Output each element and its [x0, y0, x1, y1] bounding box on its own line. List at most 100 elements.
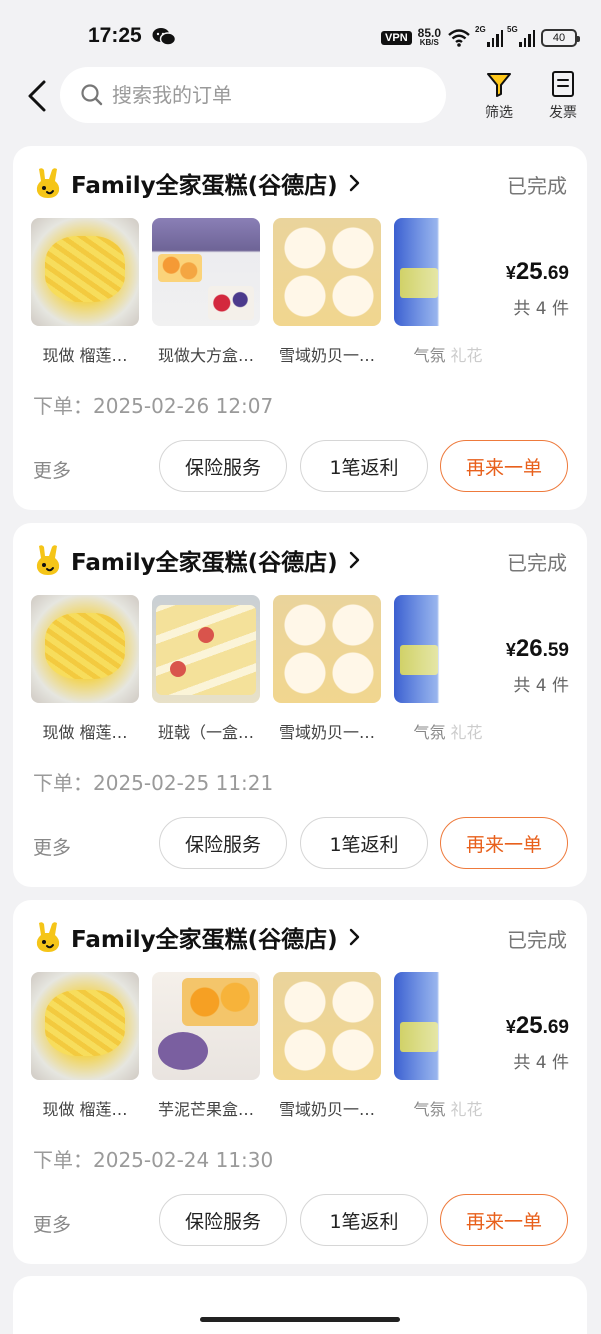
item-thumbnail	[31, 972, 139, 1080]
order-item[interactable]: 现做 榴莲…	[31, 218, 139, 366]
order-item[interactable]: 现做 榴莲…	[31, 972, 139, 1120]
rebate-button[interactable]: 1笔返利	[300, 1194, 428, 1246]
invoice-label: 发票	[549, 105, 577, 121]
item-name: 芋泥芒果盒…	[157, 1100, 254, 1119]
item-name: 雪域奶贝一…	[278, 723, 375, 742]
reorder-button[interactable]: 再来一单	[440, 817, 568, 869]
order-card[interactable]: Family全家蛋糕(谷德店) 已完成 现做 榴莲… 班戟（一盒… 雪域奶贝一……	[13, 523, 587, 887]
order-item[interactable]: 班戟（一盒…	[152, 595, 260, 743]
order-price: ¥25.69	[505, 258, 569, 285]
search-bar[interactable]	[60, 67, 446, 123]
price-block: ¥25.69 共 4 件	[506, 258, 569, 319]
order-item[interactable]: 气氛 礼花	[394, 972, 502, 1120]
item-thumbnail	[152, 972, 260, 1080]
item-count: 共 4 件	[513, 299, 569, 319]
filter-button[interactable]: 筛选	[474, 70, 524, 122]
wifi-icon	[448, 29, 470, 47]
insurance-service-button[interactable]: 保险服务	[159, 1194, 287, 1246]
signal-2g-icon: 2G	[475, 25, 503, 47]
order-time: 下单：2025-02-24 11:30	[33, 1148, 274, 1172]
store-name: Family全家蛋糕(谷德店)	[71, 173, 338, 199]
item-count: 共 4 件	[513, 676, 569, 696]
insurance-service-button[interactable]: 保险服务	[159, 817, 287, 869]
item-name: 现做大方盒…	[157, 346, 254, 365]
search-input[interactable]	[112, 83, 412, 107]
item-name: 雪域奶贝一…	[278, 346, 375, 365]
item-name: 气氛 礼花	[413, 723, 483, 742]
vpn-badge: VPN	[381, 31, 412, 45]
store-logo-icon	[36, 545, 60, 575]
item-thumbnail	[394, 218, 502, 326]
item-thumbnail	[31, 218, 139, 326]
order-item[interactable]: 现做 榴莲…	[31, 595, 139, 743]
item-thumbnail	[394, 595, 502, 703]
item-name: 现做 榴莲…	[42, 346, 128, 365]
order-item[interactable]: 现做大方盒…	[152, 218, 260, 366]
order-card[interactable]: Family全家蛋糕(谷德店) 已完成 现做 榴莲… 芋泥芒果盒… 雪域奶贝一……	[13, 900, 587, 1264]
order-item[interactable]: 雪域奶贝一…	[273, 595, 381, 743]
more-button[interactable]: 更多	[33, 1210, 71, 1237]
item-name: 气氛 礼花	[413, 1100, 483, 1119]
home-indicator[interactable]	[200, 1317, 400, 1322]
item-list: 现做 榴莲… 现做大方盒… 雪域奶贝一… 气氛 礼花	[31, 218, 502, 366]
store-name: Family全家蛋糕(谷德店)	[71, 550, 338, 576]
item-thumbnail	[273, 972, 381, 1080]
store-header[interactable]: Family全家蛋糕(谷德店)	[33, 920, 360, 954]
order-item[interactable]: 气氛 礼花	[394, 218, 502, 366]
order-price: ¥25.69	[505, 1012, 569, 1039]
reorder-button[interactable]: 再来一单	[440, 1194, 568, 1246]
insurance-service-button[interactable]: 保险服务	[159, 440, 287, 492]
wechat-icon	[152, 28, 176, 46]
reorder-button[interactable]: 再来一单	[440, 440, 568, 492]
status-bar: 17:25 VPN 85.0 KB/S 2G 5G 40	[0, 0, 601, 70]
network-speed: 85.0 KB/S	[417, 26, 441, 47]
order-item[interactable]: 雪域奶贝一…	[273, 218, 381, 366]
chevron-right-icon	[349, 928, 359, 946]
search-icon	[81, 84, 103, 106]
order-card[interactable]: Family全家蛋糕(谷德店) 已完成 现做 榴莲… 现做大方盒… 雪域奶贝一……	[13, 146, 587, 510]
store-logo-icon	[36, 168, 60, 198]
item-thumbnail	[394, 972, 502, 1080]
order-item[interactable]: 气氛 礼花	[394, 595, 502, 743]
item-name: 雪域奶贝一…	[278, 1100, 375, 1119]
rebate-button[interactable]: 1笔返利	[300, 817, 428, 869]
rebate-button[interactable]: 1笔返利	[300, 440, 428, 492]
filter-icon	[487, 73, 511, 97]
filter-label: 筛选	[485, 105, 513, 121]
chevron-right-icon	[349, 551, 359, 569]
item-thumbnail	[152, 218, 260, 326]
item-count: 共 4 件	[513, 1053, 569, 1073]
order-card-partial[interactable]	[13, 1276, 587, 1334]
item-list: 现做 榴莲… 芋泥芒果盒… 雪域奶贝一… 气氛 礼花	[31, 972, 502, 1120]
chevron-right-icon	[349, 174, 359, 192]
more-button[interactable]: 更多	[33, 456, 71, 483]
price-block: ¥26.59 共 4 件	[506, 635, 569, 696]
signal-5g-icon: 5G	[507, 25, 535, 47]
item-thumbnail	[31, 595, 139, 703]
item-thumbnail	[273, 595, 381, 703]
item-thumbnail	[152, 595, 260, 703]
store-logo-icon	[36, 922, 60, 952]
order-item[interactable]: 芋泥芒果盒…	[152, 972, 260, 1120]
invoice-button[interactable]: 发票	[538, 70, 588, 122]
order-item[interactable]: 雪域奶贝一…	[273, 972, 381, 1120]
item-name: 现做 榴莲…	[42, 723, 128, 742]
back-arrow-icon[interactable]	[22, 78, 54, 114]
store-header[interactable]: Family全家蛋糕(谷德店)	[33, 166, 360, 200]
store-name: Family全家蛋糕(谷德店)	[71, 927, 338, 953]
order-status: 已完成	[507, 551, 567, 575]
item-name: 班戟（一盒…	[157, 723, 254, 742]
price-block: ¥25.69 共 4 件	[506, 1012, 569, 1073]
more-button[interactable]: 更多	[33, 833, 71, 860]
status-right: VPN 85.0 KB/S 2G 5G 40	[381, 25, 580, 50]
order-status: 已完成	[507, 928, 567, 952]
order-time: 下单：2025-02-26 12:07	[33, 394, 274, 418]
header: 筛选 发票	[0, 64, 601, 130]
item-thumbnail	[273, 218, 381, 326]
item-list: 现做 榴莲… 班戟（一盒… 雪域奶贝一… 气氛 礼花	[31, 595, 502, 743]
order-price: ¥26.59	[505, 635, 569, 662]
store-header[interactable]: Family全家蛋糕(谷德店)	[33, 543, 360, 577]
item-name: 现做 榴莲…	[42, 1100, 128, 1119]
invoice-icon	[552, 71, 574, 97]
status-time: 17:25	[88, 24, 142, 47]
